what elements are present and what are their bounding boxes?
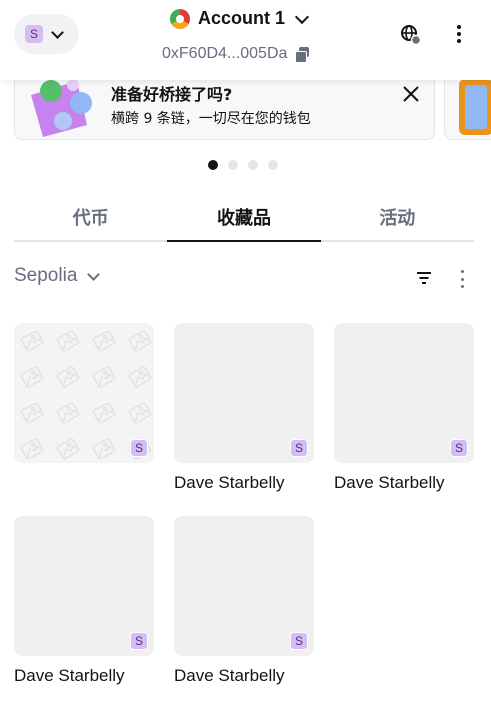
network-badge: S [25,25,43,43]
nft-image: S [334,323,474,463]
connected-sites-icon[interactable] [398,22,422,46]
nft-image: S [174,516,314,656]
tab-collectibles[interactable]: 收藏品 [167,192,321,242]
tab-activity[interactable]: 活动 [321,192,474,240]
copy-icon [295,47,310,63]
filter-icon[interactable] [416,271,432,285]
address-copy-button[interactable]: 0xF60D4...005Da [162,45,310,63]
nft-placeholder-image: S [14,323,154,463]
nft-name: Dave Starbelly [14,666,125,685]
chevron-down-icon [294,9,310,24]
more-options-icon[interactable] [461,270,465,288]
nft-card[interactable]: S [14,323,154,463]
chevron-down-icon [51,25,64,39]
network-badge: S [290,632,308,650]
app-header: S Account 1 0xF60D4...005Da [0,0,491,80]
account-avatar [170,8,190,29]
network-badge: S [290,439,308,457]
account-options-icon[interactable] [452,22,466,46]
banner-subtitle: 横跨 9 条链，一切尽在您的钱包 [111,111,311,127]
carousel-dots [208,160,278,170]
banner-title: 准备好桥接了吗? [111,85,233,104]
nft-image: S [174,323,314,463]
carousel-dot[interactable] [268,160,278,170]
network-badge: S [450,439,468,457]
next-banner-card[interactable] [444,74,491,140]
nft-name: Dave Starbelly [174,473,285,492]
nft-name: Dave Starbelly [334,473,445,492]
nft-card[interactable]: S Dave Starbelly [174,516,314,686]
nft-card[interactable]: S Dave Starbelly [174,323,314,493]
chevron-down-icon [87,267,101,281]
bridge-banner[interactable]: 准备好桥接了吗? 横跨 9 条链，一切尽在您的钱包 [14,74,435,140]
banner-illustration [459,79,491,135]
account-picker-button[interactable]: Account 1 [170,8,310,29]
nft-card[interactable]: S Dave Starbelly [14,516,154,686]
network-filter-dropdown[interactable]: Sepolia [14,265,101,287]
carousel-dot[interactable] [248,160,258,170]
account-address: 0xF60D4...005Da [162,45,288,62]
nft-card[interactable]: S Dave Starbelly [334,323,474,493]
account-name: Account 1 [198,8,286,28]
carousel-dot[interactable] [208,160,218,170]
bridge-illustration [31,79,92,137]
asset-tabs: 代币 收藏品 活动 [14,192,474,242]
tab-tokens[interactable]: 代币 [14,192,167,240]
carousel-dot[interactable] [228,160,238,170]
network-filter-label: Sepolia [14,265,78,286]
nft-image: S [14,516,154,656]
nft-name: Dave Starbelly [174,666,285,685]
close-icon[interactable] [402,85,420,103]
network-badge: S [130,632,148,650]
network-picker-button[interactable]: S [14,14,79,54]
network-badge: S [130,439,148,457]
